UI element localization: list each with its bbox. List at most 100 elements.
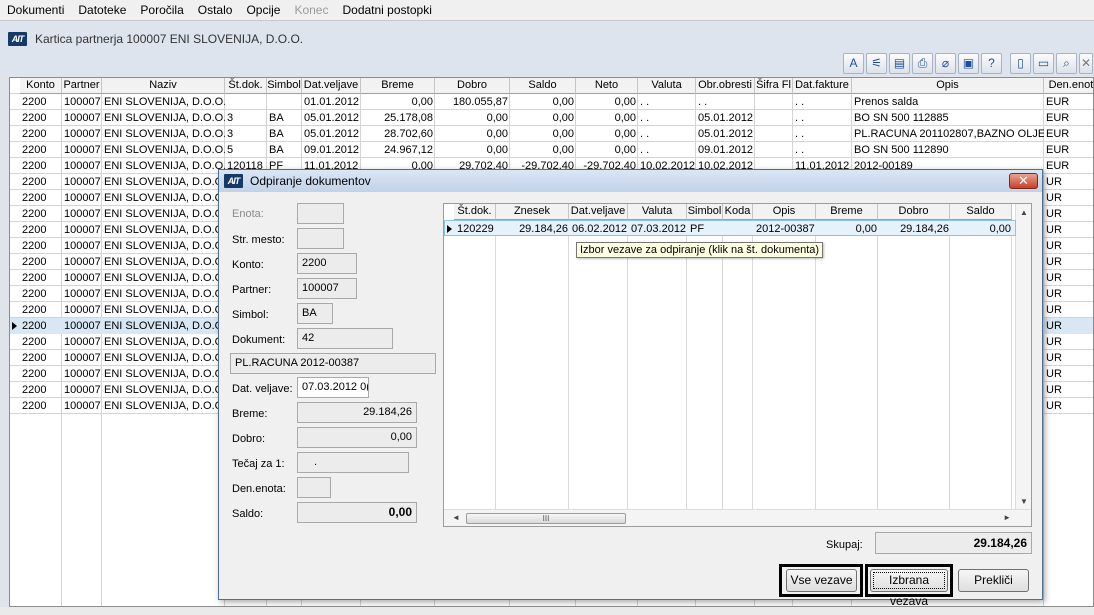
help-screen-icon[interactable]: ▣ bbox=[958, 53, 979, 74]
grid-header-12[interactable]: Šifra Fl bbox=[755, 78, 793, 94]
scroll-left-icon[interactable]: ◄ bbox=[452, 513, 460, 522]
page-icon[interactable]: ▯ bbox=[1010, 53, 1031, 74]
table-cell: 2200 bbox=[22, 352, 47, 364]
table-cell: 05.01.2012 bbox=[698, 112, 754, 124]
table-cell: 5 bbox=[227, 144, 234, 156]
subgrid-header-4[interactable]: Simbol bbox=[687, 204, 723, 220]
scroll-right-icon[interactable]: ► bbox=[1003, 513, 1011, 522]
table-row[interactable]: 2200 100007 ENI SLOVENIJA, D.O.O. 5 BA 09.01.… bbox=[10, 142, 1093, 158]
grid-header-8[interactable]: Saldo bbox=[510, 78, 576, 94]
subgrid-header-1[interactable]: Znesek bbox=[496, 204, 569, 220]
subgrid-header-2[interactable]: Dat.veljave bbox=[569, 204, 628, 220]
scroll-up-icon[interactable]: ▲ bbox=[1020, 208, 1028, 217]
table-cell: 09.01.2012 bbox=[698, 144, 754, 156]
konto-field[interactable]: 2200 bbox=[297, 253, 357, 274]
menu-1[interactable]: Datoteke bbox=[71, 0, 133, 21]
partner-field[interactable]: 100007 bbox=[297, 278, 357, 299]
grid-header-2[interactable]: Naziv bbox=[102, 78, 225, 94]
grid-header-15[interactable]: Den.enota bbox=[1044, 78, 1093, 94]
grid-header-1[interactable]: Partner bbox=[62, 78, 102, 94]
subgrid-row[interactable]: 120229 29.184,26 06.02.2012 07.03.2012 PF 201… bbox=[444, 220, 1016, 236]
menu-2[interactable]: Poročila bbox=[133, 0, 190, 21]
grid-header-10[interactable]: Valuta bbox=[638, 78, 696, 94]
table-cell: 05.01.2012 bbox=[304, 112, 360, 124]
subgrid-header-3[interactable]: Valuta bbox=[628, 204, 687, 220]
opis-field[interactable]: PL.RACUNA 2012-00387 bbox=[230, 353, 436, 374]
str-mesto-label: Str. mesto: bbox=[232, 234, 285, 246]
table-cell: ENI SLOVENIJA, D.O.O. bbox=[104, 240, 225, 252]
dobro-field[interactable]: 0,00 bbox=[297, 427, 417, 448]
simbol-field[interactable]: BA bbox=[297, 303, 333, 324]
table-row[interactable]: 2200 100007 ENI SLOVENIJA, D.O.O. 3 BA 05.01.… bbox=[10, 126, 1093, 142]
subgrid-header-8[interactable]: Dobro bbox=[878, 204, 950, 220]
subgrid-cell: 29.184,26 bbox=[900, 223, 949, 235]
table-cell: 0,00 bbox=[552, 112, 574, 124]
table-row[interactable]: 2200 100007 ENI SLOVENIJA, D.O.O. 01.01.201… bbox=[10, 94, 1093, 110]
table-cell: 2200 bbox=[22, 160, 47, 172]
table-cell: 0,00 bbox=[614, 96, 636, 108]
dokument-field[interactable]: 42 bbox=[297, 328, 393, 349]
menu-3[interactable]: Ostalo bbox=[191, 0, 240, 21]
attach-icon[interactable]: ⌀ bbox=[935, 53, 956, 74]
table-cell: . . bbox=[795, 144, 805, 156]
simbol-label: Simbol: bbox=[232, 309, 269, 321]
grid-header-4[interactable]: Simbol bbox=[267, 78, 302, 94]
subgrid-cell: 0,00 bbox=[855, 223, 877, 235]
subgrid-header-0[interactable]: Št.dok. bbox=[454, 204, 496, 220]
subgrid-header-7[interactable]: Breme bbox=[816, 204, 878, 220]
grid-header-5[interactable]: Dat.veljave bbox=[302, 78, 361, 94]
font-icon[interactable]: A bbox=[843, 53, 864, 74]
grid-header-9[interactable]: Neto bbox=[576, 78, 638, 94]
table-cell: 05.01.2012 bbox=[304, 128, 360, 140]
table-cell: 100007 bbox=[64, 256, 101, 268]
table-cell: EUR bbox=[1046, 160, 1070, 172]
table-cell: ENI SLOVENIJA, D.O.O. bbox=[104, 384, 225, 396]
table-cell: 2200 bbox=[22, 384, 47, 396]
subgrid-cell: 07.03.2012 bbox=[631, 223, 687, 235]
menu-6[interactable]: Dodatni postopki bbox=[335, 0, 438, 21]
tree-icon[interactable]: ⚟ bbox=[866, 53, 887, 74]
close-icon[interactable]: ✕ bbox=[1009, 173, 1038, 189]
breme-field[interactable]: 29.184,26 bbox=[297, 402, 417, 423]
grid-header-7[interactable]: Dobro bbox=[435, 78, 510, 94]
grid-header-11[interactable]: Obr.obresti bbox=[696, 78, 755, 94]
print-icon[interactable]: ⎙ bbox=[912, 53, 933, 74]
breme-label: Breme: bbox=[232, 408, 268, 420]
preklici-button[interactable]: Prekliči bbox=[958, 569, 1029, 592]
menu-4[interactable]: Opcije bbox=[239, 0, 287, 21]
izbrana-vezava-button[interactable]: Izbrana vezava bbox=[870, 569, 948, 608]
table-cell: UR bbox=[1046, 304, 1062, 316]
den-enota-field[interactable] bbox=[297, 477, 331, 498]
documents-icon[interactable]: ▤ bbox=[889, 53, 910, 74]
dat-veljave-label: Dat. veljave: bbox=[232, 383, 293, 395]
grid-header-0[interactable]: Konto bbox=[20, 78, 62, 94]
enota-field[interactable] bbox=[297, 203, 344, 224]
table-row[interactable]: 2200 100007 ENI SLOVENIJA, D.O.O. 3 BA 05.01.… bbox=[10, 110, 1093, 126]
vse-vezave-button[interactable]: Vse vezave bbox=[786, 569, 857, 592]
grid-header-3[interactable]: Št.dok. bbox=[225, 78, 267, 94]
table-cell: 100007 bbox=[64, 112, 101, 124]
grid-header-6[interactable]: Breme bbox=[361, 78, 435, 94]
saldo-field[interactable]: 0,00 bbox=[297, 502, 417, 523]
saldo-label: Saldo: bbox=[232, 508, 264, 520]
table-cell: 100007 bbox=[64, 192, 101, 204]
menu-5[interactable]: Konec bbox=[287, 0, 335, 21]
subgrid-header-9[interactable]: Saldo bbox=[950, 204, 1012, 220]
grid-header-13[interactable]: Dat.fakture bbox=[793, 78, 852, 94]
grid-header-14[interactable]: Opis bbox=[852, 78, 1044, 94]
vertical-scrollbar[interactable]: ▲ ▼ bbox=[1015, 204, 1031, 510]
open-folder-icon[interactable]: ▭ bbox=[1033, 53, 1054, 74]
help-icon[interactable]: ? bbox=[981, 53, 1002, 74]
close-icon[interactable]: ✕ bbox=[1079, 53, 1093, 74]
subgrid-header-5[interactable]: Koda bbox=[723, 204, 753, 220]
subgrid-header-6[interactable]: Opis bbox=[753, 204, 816, 220]
scroll-down-icon[interactable]: ▼ bbox=[1020, 497, 1028, 506]
tecaj-field[interactable]: . bbox=[297, 452, 409, 473]
horizontal-scroll-thumb[interactable]: III bbox=[466, 513, 626, 524]
horizontal-scrollbar[interactable]: ◄ III ► bbox=[444, 509, 1031, 526]
zoom-icon[interactable]: ⌕ bbox=[1056, 53, 1077, 74]
menu-0[interactable]: Dokumenti bbox=[0, 0, 71, 21]
str-mesto-field[interactable] bbox=[297, 228, 344, 249]
table-cell: ENI SLOVENIJA, D.O.O. bbox=[104, 272, 225, 284]
dat-veljave-field[interactable]: 07.03.2012 0( bbox=[297, 377, 369, 398]
